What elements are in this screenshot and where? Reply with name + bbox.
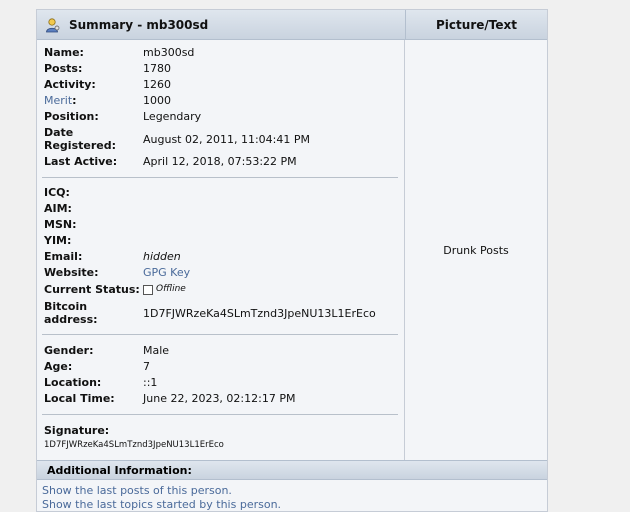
location-label: Location: (44, 376, 102, 389)
user-icon (46, 17, 60, 32)
local-time-value: June 22, 2023, 02:12:17 PM (143, 392, 296, 405)
website-link[interactable]: GPG Key (143, 266, 190, 279)
merit-link[interactable]: Merit (44, 94, 72, 107)
name-value: mb300sd (143, 46, 195, 59)
local-time-label: Local Time: (44, 392, 115, 405)
signature-label: Signature: (44, 424, 110, 437)
age-label: Age: (44, 360, 73, 373)
divider (42, 177, 398, 178)
posts-value: 1780 (143, 62, 171, 75)
merit-value: 1000 (143, 94, 171, 107)
signature-value: 1D7FJWRzeKa4SLmTznd3JpeNU13L1ErEco (44, 440, 224, 450)
position-value: Legendary (143, 110, 202, 123)
picture-text-panel: Drunk Posts (405, 40, 547, 460)
website-label: Website: (44, 266, 99, 279)
email-label: Email: (44, 250, 83, 263)
activity-value: 1260 (143, 78, 171, 91)
personal-text: Drunk Posts (443, 243, 509, 257)
picture-text-title: Picture/Text (436, 17, 517, 32)
current-status-label: Current Status: (44, 283, 140, 296)
merit-label: Merit: (44, 94, 77, 107)
aim-label: AIM: (44, 202, 72, 215)
summary-title: Summary - mb300sd (69, 17, 209, 32)
date-registered-label-line1: Date (44, 126, 74, 139)
divider (42, 414, 398, 415)
last-active-label: Last Active: (44, 155, 118, 168)
additional-info-header: Additional Information: (37, 460, 547, 480)
email-value: hidden (143, 250, 181, 263)
name-label: Name: (44, 46, 84, 59)
bitcoin-address-value: 1D7FJWRzeKa4SLmTznd3JpeNU13L1ErEco (143, 307, 376, 320)
yim-label: YIM: (44, 234, 72, 247)
age-value: 7 (143, 360, 150, 373)
summary-header: Summary - mb300sd (37, 10, 405, 40)
additional-info-body: Show the last posts of this person. Show… (37, 480, 547, 511)
offline-status-icon (143, 285, 153, 295)
merit-colon: : (72, 94, 77, 107)
date-registered-label-line2: Registered: (44, 139, 116, 152)
location-value: ::1 (143, 376, 158, 389)
show-last-posts-link[interactable]: Show the last posts of this person. (42, 484, 232, 497)
additional-info-title: Additional Information: (47, 464, 192, 477)
status-text: Offline (156, 284, 186, 294)
picture-text-header: Picture/Text (405, 10, 547, 40)
date-registered-value: August 02, 2011, 11:04:41 PM (143, 133, 310, 146)
divider (42, 334, 398, 335)
gender-value: Male (143, 344, 170, 357)
bitcoin-label-line1: Bitcoin (44, 300, 88, 313)
position-label: Position: (44, 110, 99, 123)
status-indicator: Offline (143, 283, 186, 296)
summary-fields: Name: mb300sd Posts: 1780 Activity: 1260… (37, 40, 405, 460)
msn-label: MSN: (44, 218, 77, 231)
show-last-topics-link[interactable]: Show the last topics started by this per… (42, 498, 281, 511)
icq-label: ICQ: (44, 186, 70, 199)
activity-label: Activity: (44, 78, 96, 91)
gender-label: Gender: (44, 344, 94, 357)
posts-label: Posts: (44, 62, 83, 75)
last-active-value: April 12, 2018, 07:53:22 PM (143, 155, 297, 168)
bitcoin-label-line2: address: (44, 313, 98, 326)
profile-panel: Summary - mb300sd Picture/Text Name: mb3… (36, 9, 548, 512)
